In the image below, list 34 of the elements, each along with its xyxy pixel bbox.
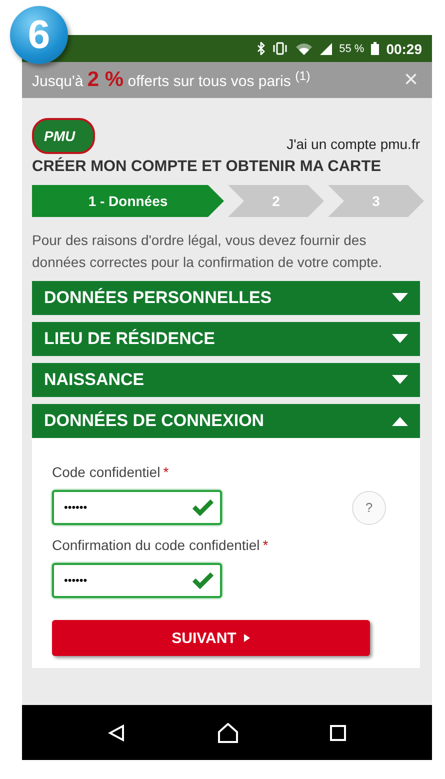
section-header[interactable]: DONNÉES DE CONNEXION [32,404,420,438]
pin-input-field[interactable]: •••••• [52,563,222,598]
battery-percent: 55 % [339,42,364,54]
caret-icon [392,293,408,303]
pin-input-field[interactable]: •••••• [52,490,222,525]
caret-icon [392,334,408,344]
section-header[interactable]: DONNÉES PERSONNELLES [32,281,420,315]
required-mark: * [163,464,169,480]
section-header[interactable]: LIEU DE RÉSIDENCE [32,322,420,356]
required-mark: * [262,537,268,553]
clock: 00:29 [386,40,422,56]
field-label: Confirmation du code confidentiel * [52,537,270,553]
caret-icon [392,416,408,426]
bluetooth-icon [257,42,266,55]
pmu-logo[interactable]: PMU [32,118,96,154]
back-icon[interactable] [108,724,126,742]
promo-text: Jusqu'à 2 % offerts sur tous vos paris $^{(1)}$ [32,68,310,92]
intro-text: Pour des raisons d'ordre légal, vous devez fournir des données correctes pour la confirmation de votre compte. [32,231,384,272]
recent-apps-icon[interactable] [330,724,346,740]
vibrate-icon [272,42,288,55]
home-icon[interactable] [216,722,239,742]
signal-icon [320,42,332,54]
section-header[interactable]: NAISSANCE [32,363,420,397]
play-icon [244,634,250,642]
login-link[interactable]: J'ai un compte pmu.fr [286,136,420,152]
help-button[interactable]: ? [352,490,386,524]
wifi-icon [295,42,314,56]
step-number-badge: 6 [10,6,68,64]
caret-icon [392,375,408,385]
progress-step: 1 - Données [32,185,224,217]
battery-icon [371,42,380,55]
field-label: Code confidentiel * [52,464,170,480]
page-title: CRÉER MON COMPTE ET OBTENIR MA CARTE [32,158,382,176]
next-button[interactable]: SUIVANT [52,620,370,656]
